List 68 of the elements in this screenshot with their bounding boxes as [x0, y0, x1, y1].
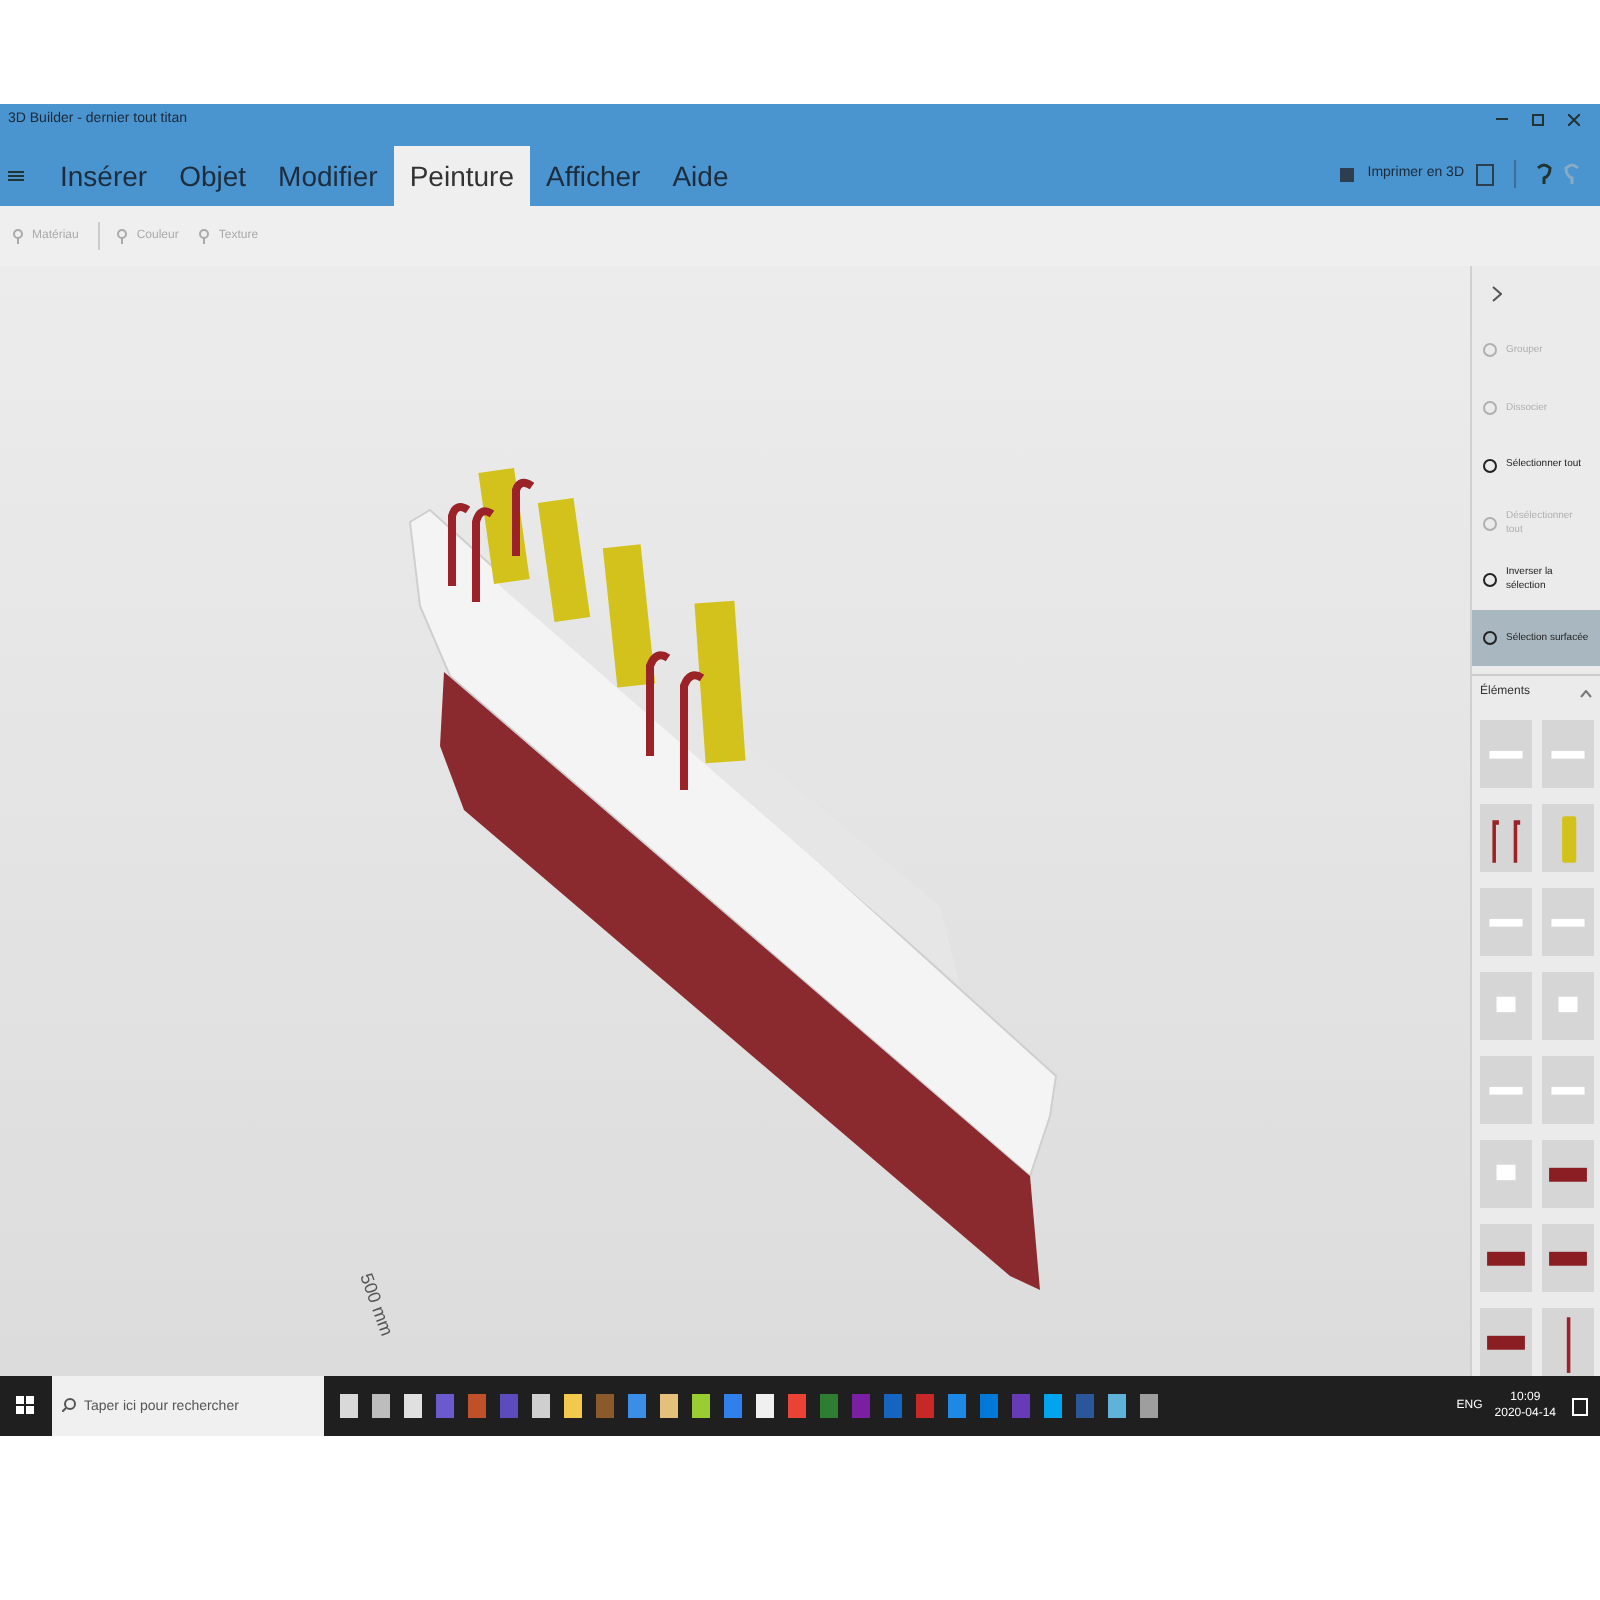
taskbar-app-icon[interactable] — [468, 1394, 486, 1418]
element-thumbnail[interactable] — [1480, 972, 1532, 1041]
element-thumbnail[interactable] — [1480, 888, 1532, 957]
element-thumbnail[interactable] — [1480, 1308, 1532, 1377]
redo-icon[interactable] — [1564, 162, 1580, 186]
taskbar-app-icon[interactable] — [724, 1394, 742, 1418]
circle-icon — [1482, 630, 1498, 646]
3d-viewport[interactable]: 500 mm — [0, 266, 1470, 1376]
taskbar-app-icon[interactable] — [884, 1394, 902, 1418]
taskbar-app-icon[interactable] — [628, 1394, 646, 1418]
element-thumbnail[interactable] — [1480, 720, 1532, 789]
element-thumbnail[interactable] — [1542, 720, 1594, 789]
taskbar-app-icon[interactable] — [660, 1394, 678, 1418]
element-thumbnail[interactable] — [1542, 1308, 1594, 1377]
circle-icon — [1482, 515, 1498, 532]
element-thumbnail[interactable] — [1542, 1224, 1594, 1293]
element-thumbnail[interactable] — [1480, 1056, 1532, 1125]
circle-icon — [1482, 572, 1498, 589]
element-thumbnail[interactable] — [1542, 804, 1594, 873]
menu-tab[interactable]: Afficher — [530, 146, 657, 206]
menu-tab[interactable]: Peinture — [393, 146, 530, 206]
taskbar-app-icon[interactable] — [1044, 1394, 1062, 1418]
taskbar-app-icon[interactable] — [980, 1394, 998, 1418]
taskbar-app-icon[interactable] — [1108, 1394, 1126, 1418]
element-thumbnail[interactable] — [1480, 804, 1532, 873]
ship-model-drawing[interactable] — [408, 468, 1058, 1290]
circle-icon — [1482, 342, 1498, 359]
circle-icon — [1482, 457, 1498, 474]
element-thumbnail[interactable] — [1542, 1140, 1594, 1209]
close-icon[interactable] — [1568, 114, 1580, 126]
circle-icon — [1482, 400, 1498, 417]
minimize-icon[interactable] — [1496, 118, 1508, 122]
search-icon — [62, 1398, 76, 1412]
menu-tab[interactable]: Objet — [163, 146, 263, 206]
chevron-up-icon[interactable] — [1580, 689, 1592, 698]
taskbar-app-icon[interactable] — [852, 1394, 870, 1418]
taskbar-app-icon[interactable] — [1140, 1394, 1158, 1418]
element-thumbnail[interactable] — [1542, 1056, 1594, 1125]
taskbar-app-icon[interactable] — [692, 1394, 710, 1418]
collapse-chevron-icon[interactable] — [1492, 286, 1502, 302]
taskbar-app-icon[interactable] — [340, 1394, 358, 1418]
element-thumbnail[interactable] — [1480, 1140, 1532, 1209]
taskbar-app-icon[interactable] — [1076, 1394, 1094, 1418]
taskbar-app-icon[interactable] — [756, 1394, 774, 1418]
element-thumbnail[interactable] — [1480, 1224, 1532, 1293]
notification-icon[interactable] — [1572, 1397, 1588, 1415]
taskbar-app-icon[interactable] — [500, 1394, 518, 1418]
maximize-icon[interactable] — [1532, 114, 1544, 126]
taskbar-app-icon[interactable] — [404, 1394, 422, 1418]
menu-tab[interactable]: Modifier — [262, 146, 394, 206]
taskbar-app-icon[interactable] — [532, 1394, 550, 1418]
taskbar-app-icon[interactable] — [1012, 1394, 1030, 1418]
taskbar-app-icon[interactable] — [788, 1394, 806, 1418]
menu-icon[interactable] — [8, 170, 24, 182]
windows-start-icon[interactable] — [16, 1396, 36, 1416]
axis-label: 500 mm — [356, 1270, 398, 1339]
undo-icon[interactable] — [1536, 162, 1552, 186]
taskbar-app-icon[interactable] — [820, 1394, 838, 1418]
element-thumbnail[interactable] — [1542, 888, 1594, 957]
taskbar-app-icon[interactable] — [596, 1394, 614, 1418]
taskbar-app-icon[interactable] — [372, 1394, 390, 1418]
element-thumbnail[interactable] — [1542, 972, 1594, 1041]
taskbar-app-icon[interactable] — [436, 1394, 454, 1418]
menu-tab[interactable]: Insérer — [44, 146, 164, 206]
taskbar-app-icon[interactable] — [916, 1394, 934, 1418]
taskbar-app-icon[interactable] — [948, 1394, 966, 1418]
menu-tab[interactable]: Aide — [656, 146, 745, 206]
taskbar-app-icon[interactable] — [564, 1394, 582, 1418]
